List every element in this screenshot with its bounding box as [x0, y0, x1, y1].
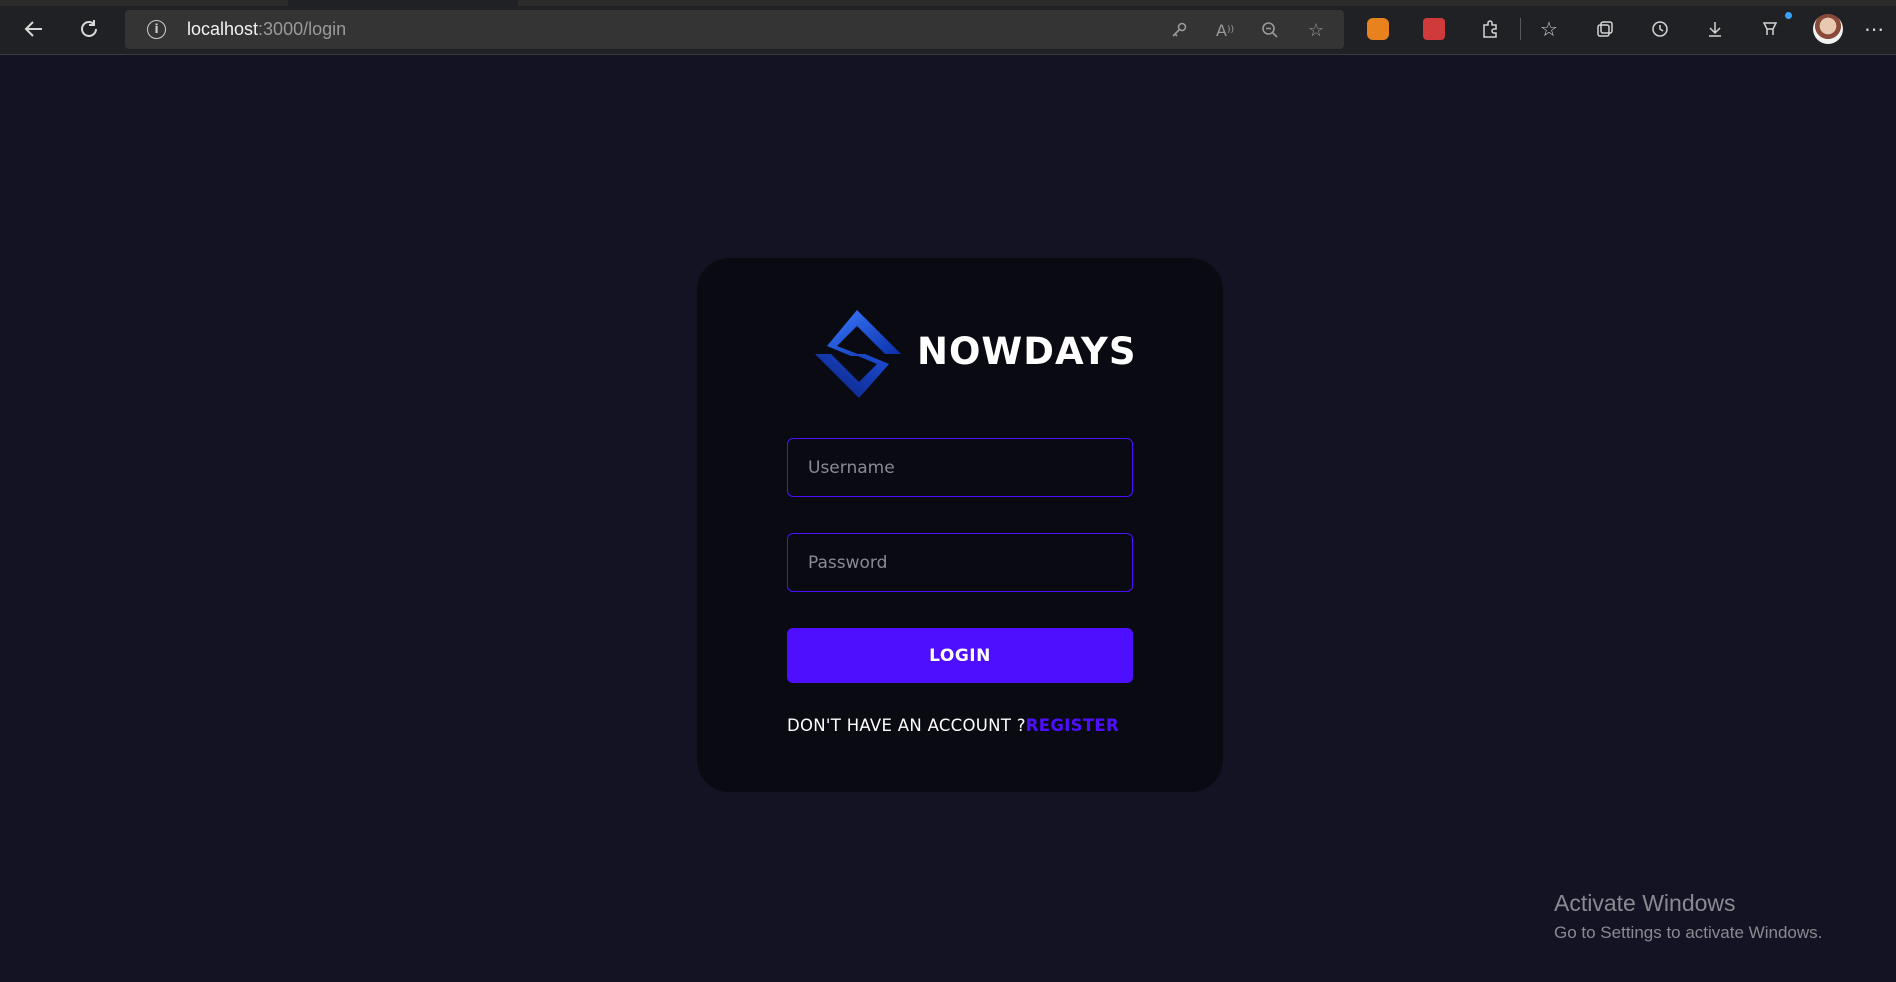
read-aloud-icon[interactable]: A)): [1211, 17, 1239, 43]
red-extension-icon[interactable]: [1417, 12, 1451, 46]
info-icon[interactable]: i: [147, 20, 166, 39]
password-input[interactable]: [787, 533, 1133, 592]
watermark-title: Activate Windows: [1554, 890, 1736, 916]
collections-icon[interactable]: [1588, 12, 1622, 46]
fox-extension-icon[interactable]: [1361, 12, 1395, 46]
watermark-subtitle: Go to Settings to activate Windows.: [1554, 923, 1823, 942]
red-logo: [1423, 18, 1445, 40]
notification-dot: [1785, 12, 1792, 19]
brand-logo-icon: [815, 310, 901, 398]
address-bar[interactable]: i localhost:3000/login A)) ☆: [125, 10, 1344, 49]
tab-strip: [0, 0, 1896, 6]
register-prompt-text: DON'T HAVE AN ACCOUNT ?: [787, 716, 1026, 735]
url-text[interactable]: localhost:3000/login: [187, 19, 346, 40]
profile-avatar[interactable]: [1813, 14, 1843, 44]
brand: NOWDAYS: [815, 310, 1135, 398]
register-link[interactable]: REGISTER: [1026, 716, 1119, 735]
username-input[interactable]: [787, 438, 1133, 497]
zoom-out-icon[interactable]: [1256, 17, 1284, 43]
refresh-icon[interactable]: [71, 12, 107, 46]
register-prompt: DON'T HAVE AN ACCOUNT ?REGISTER: [787, 716, 1133, 735]
browser-toolbar: i localhost:3000/login A)) ☆ ☆ ⋯: [0, 0, 1896, 55]
extensions-icon[interactable]: [1473, 12, 1507, 46]
copilot-icon[interactable]: [1753, 12, 1787, 46]
activate-windows-watermark: Activate Windows Go to Settings to activ…: [1554, 890, 1822, 943]
add-favorite-icon[interactable]: ☆: [1302, 17, 1330, 43]
back-icon[interactable]: [16, 12, 52, 46]
more-icon[interactable]: ⋯: [1859, 12, 1889, 46]
login-button[interactable]: LOGIN: [787, 628, 1133, 683]
toolbar-separator: [1520, 18, 1521, 40]
login-card: NOWDAYS LOGIN DON'T HAVE AN ACCOUNT ?REG…: [697, 258, 1223, 792]
active-tab[interactable]: [288, 0, 518, 6]
downloads-icon[interactable]: [1698, 12, 1732, 46]
brand-name: NOWDAYS: [917, 330, 1137, 373]
fox-logo: [1367, 18, 1389, 40]
history-icon[interactable]: [1643, 12, 1677, 46]
favorites-icon[interactable]: ☆: [1532, 12, 1566, 46]
key-icon[interactable]: [1165, 17, 1193, 43]
